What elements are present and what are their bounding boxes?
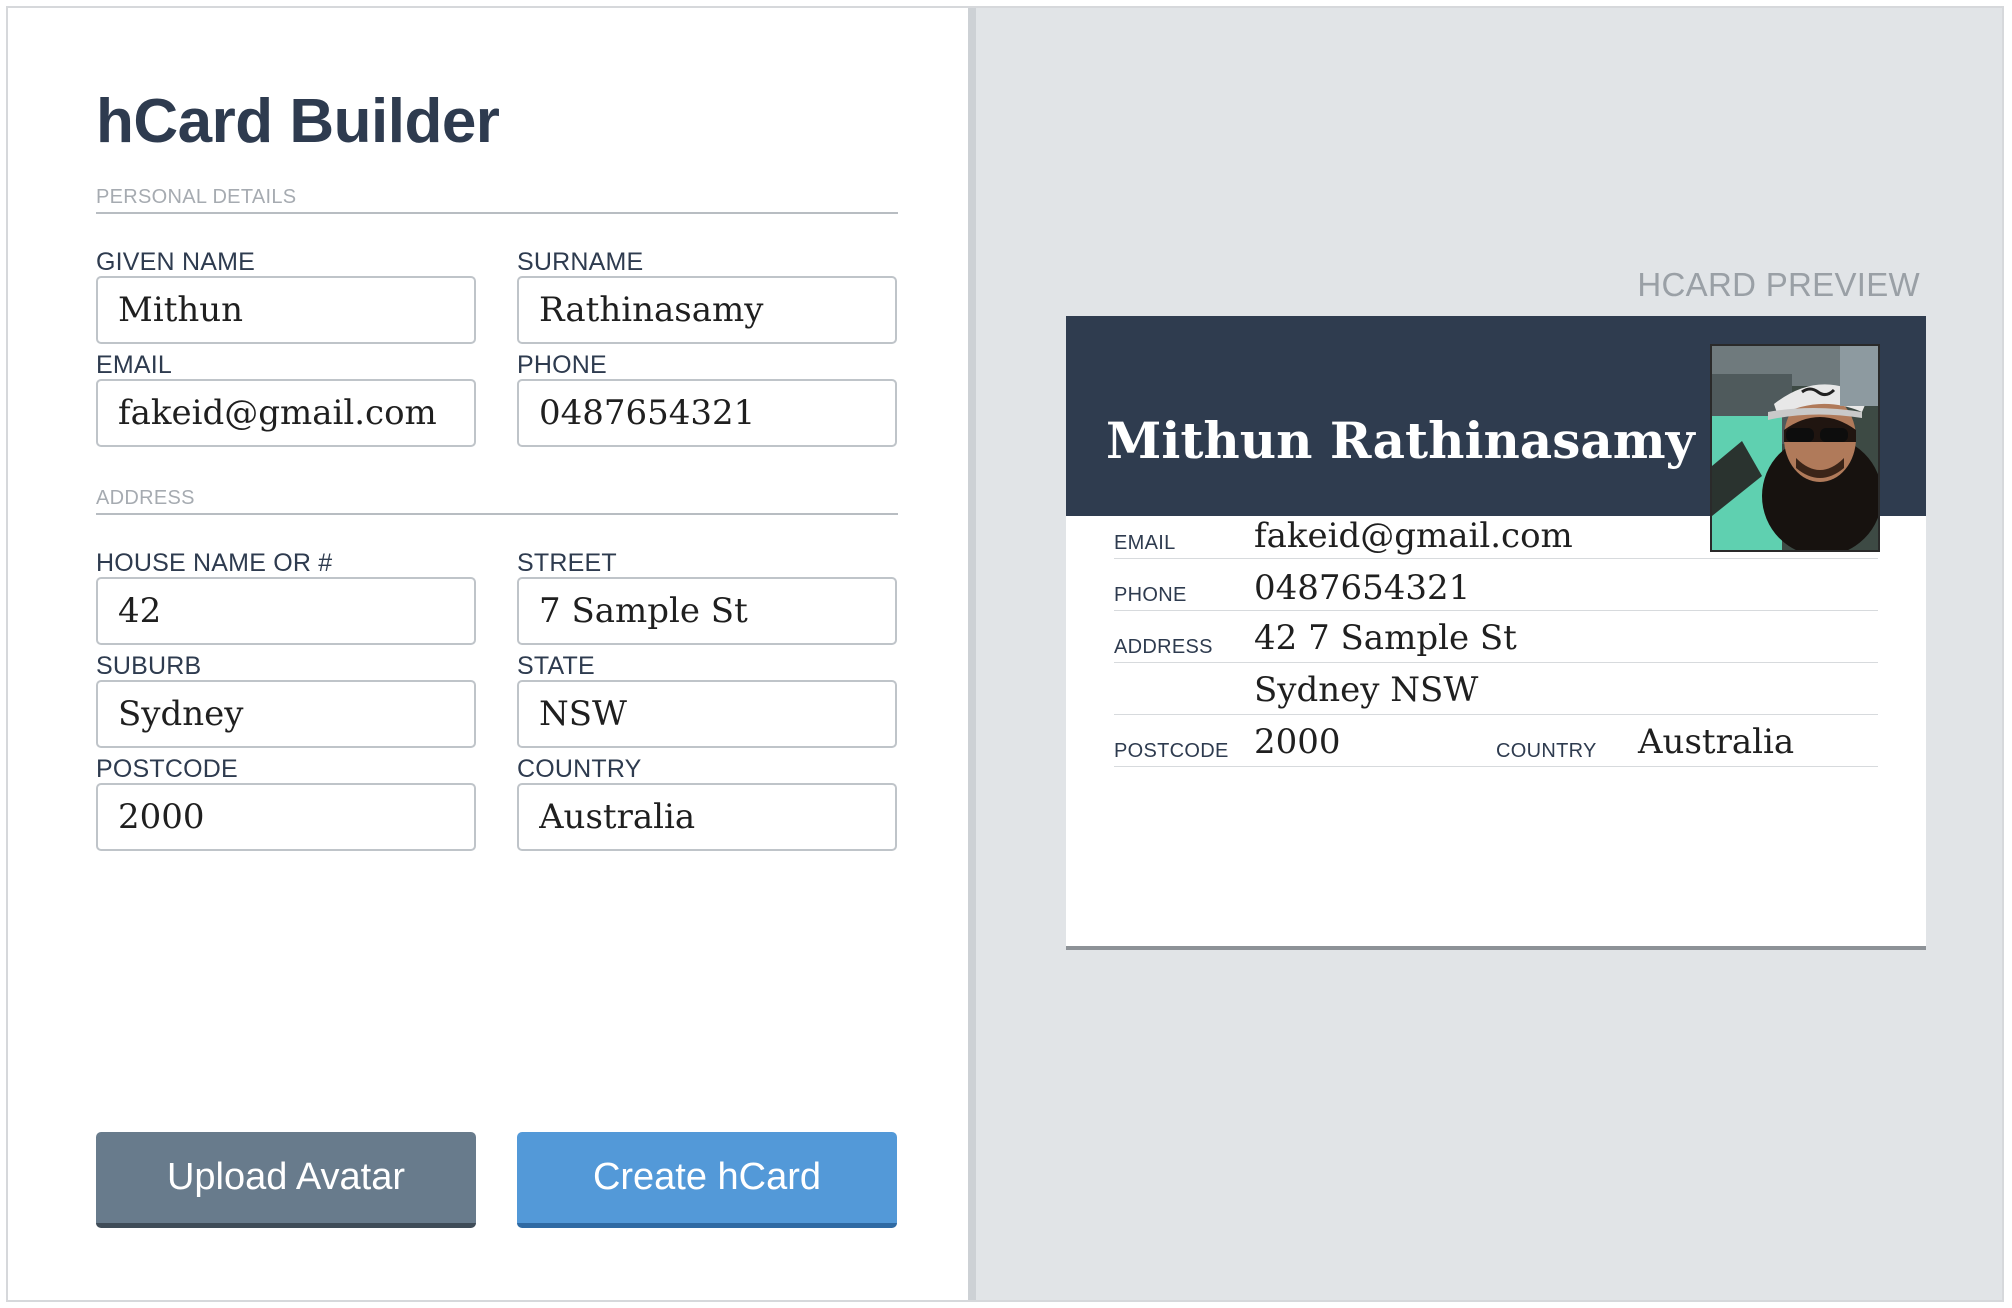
avatar-photo: [1712, 346, 1878, 550]
row-divider: [1114, 662, 1878, 663]
postcode-input[interactable]: [96, 783, 476, 851]
hcard-phone-label: PHONE: [1114, 584, 1187, 606]
hcard-country-label: COUNTRY: [1496, 740, 1597, 762]
house-label: HOUSE NAME OR #: [96, 549, 333, 577]
section-divider: [96, 212, 898, 214]
country-input[interactable]: [517, 783, 897, 851]
state-input[interactable]: [517, 680, 897, 748]
hcard-email-label: EMAIL: [1114, 532, 1176, 554]
avatar: [1710, 344, 1880, 552]
hcard-phone-value: 0487654321: [1254, 568, 1471, 608]
suburb-label: SUBURB: [96, 652, 202, 680]
row-divider: [1114, 766, 1878, 767]
hcard-address-label: ADDRESS: [1114, 636, 1213, 658]
state-label: STATE: [517, 652, 595, 680]
row-divider: [1114, 610, 1878, 611]
builder-panel: hCard Builder PERSONAL DETAILS GIVEN NAM…: [8, 8, 968, 1300]
hcard-postcode-value: 2000: [1254, 722, 1341, 762]
hcard-country-value: Australia: [1638, 722, 1795, 762]
street-label: STREET: [517, 549, 617, 577]
preview-panel: HCARD PREVIEW Mithun Rathinasamy EMAIL f…: [976, 8, 2002, 1300]
suburb-input[interactable]: [96, 680, 476, 748]
hcard-email-value: fakeid@gmail.com: [1254, 516, 1573, 556]
country-label: COUNTRY: [517, 755, 642, 783]
create-hcard-button[interactable]: Create hCard: [517, 1132, 897, 1228]
surname-label: SURNAME: [517, 248, 644, 276]
surname-input[interactable]: [517, 276, 897, 344]
hcard-postcode-label: POSTCODE: [1114, 740, 1229, 762]
row-divider: [1114, 558, 1878, 559]
given-name-input[interactable]: [96, 276, 476, 344]
email-label: EMAIL: [96, 351, 173, 379]
street-input[interactable]: [517, 577, 897, 645]
phone-label: PHONE: [517, 351, 607, 379]
personal-details-heading: PERSONAL DETAILS: [96, 186, 297, 208]
address-heading: ADDRESS: [96, 487, 195, 509]
phone-input[interactable]: [517, 379, 897, 447]
given-name-label: GIVEN NAME: [96, 248, 255, 276]
email-input[interactable]: [96, 379, 476, 447]
hcard-address-line2: Sydney NSW: [1254, 670, 1479, 710]
page-title: hCard Builder: [96, 87, 500, 156]
hcard-full-name: Mithun Rathinasamy: [1106, 411, 1695, 470]
panel-divider: [968, 8, 976, 1300]
section-divider: [96, 513, 898, 515]
upload-avatar-button[interactable]: Upload Avatar: [96, 1132, 476, 1228]
postcode-label: POSTCODE: [96, 755, 238, 783]
preview-heading: HCARD PREVIEW: [1637, 266, 1920, 303]
hcard: Mithun Rathinasamy EMAIL fakeid@gmail.co…: [1066, 316, 1926, 950]
hcard-address-line1: 42 7 Sample St: [1254, 618, 1517, 658]
row-divider: [1114, 714, 1878, 715]
house-input[interactable]: [96, 577, 476, 645]
